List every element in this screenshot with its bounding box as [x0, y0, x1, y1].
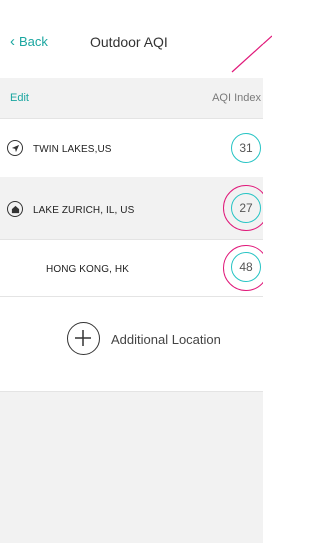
location-row[interactable]: LAKE ZURICH, IL, US 27 — [0, 177, 269, 240]
annotation-line — [231, 43, 263, 73]
aqi-badge: 31 — [231, 133, 261, 163]
add-location-label: Additional Location — [111, 332, 221, 347]
location-name: LAKE ZURICH, IL, US — [33, 205, 135, 216]
app-screen: ‹ Back Outdoor AQI Edit AQI Index TWIN L… — [0, 0, 269, 543]
page-edge — [262, 0, 273, 543]
location-row[interactable]: HONG KONG, HK 48 — [0, 240, 269, 297]
nav-header: ‹ Back Outdoor AQI — [0, 0, 263, 78]
aqi-badge: 27 — [231, 193, 261, 223]
location-row[interactable]: TWIN LAKES,US 31 — [0, 118, 263, 178]
location-name: TWIN LAKES,US — [33, 144, 112, 155]
home-icon — [7, 201, 23, 217]
add-location-button[interactable]: Additional Location — [0, 297, 263, 392]
column-header-aqi: AQI Index — [212, 92, 261, 104]
edit-button[interactable]: Edit — [10, 92, 29, 104]
annotation-line-edge — [262, 35, 273, 45]
plus-circle-icon — [67, 322, 100, 355]
aqi-badge: 48 — [231, 252, 261, 282]
empty-area — [0, 392, 263, 543]
navigation-arrow-icon — [7, 140, 23, 156]
location-name: HONG KONG, HK — [46, 264, 129, 275]
list-header-bar: Edit AQI Index — [0, 78, 263, 118]
